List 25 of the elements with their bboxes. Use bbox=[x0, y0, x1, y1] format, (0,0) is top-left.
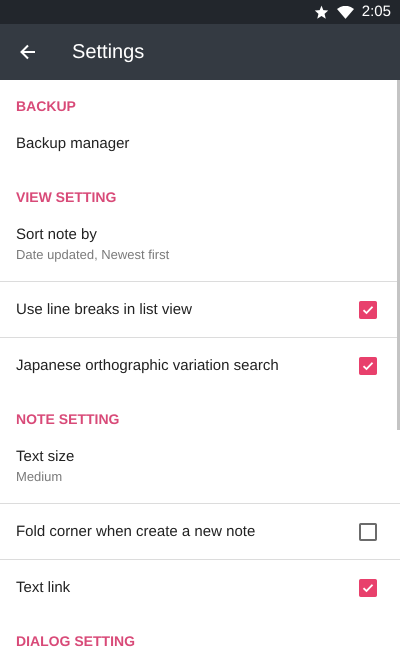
section-header: BACKUP bbox=[16, 97, 77, 116]
setting-value: Date updated, Newest first bbox=[16, 246, 170, 264]
wifi-icon bbox=[336, 6, 354, 18]
section-header: VIEW SETTING bbox=[16, 188, 118, 207]
section-header: NOTE SETTING bbox=[16, 410, 120, 429]
setting-value: Medium bbox=[16, 468, 64, 486]
setting-title: Japanese orthographic variation search bbox=[16, 356, 280, 376]
check-icon bbox=[362, 304, 374, 314]
back-arrow-icon bbox=[20, 44, 36, 60]
screen-title: Settings bbox=[72, 40, 144, 65]
checkbox[interactable] bbox=[359, 300, 377, 318]
check-icon bbox=[362, 582, 374, 592]
setting-title: Sort note by bbox=[16, 225, 98, 245]
section-header: DIALOG SETTING bbox=[16, 632, 136, 651]
check-icon bbox=[362, 360, 374, 370]
setting-title: Use line breaks in list view bbox=[16, 300, 193, 320]
setting-title: Backup manager bbox=[16, 134, 130, 154]
checkbox[interactable] bbox=[359, 356, 377, 374]
setting-title: Text link bbox=[16, 578, 72, 598]
setting-title: Text size bbox=[16, 447, 76, 467]
setting-title: Fold corner when create a new note bbox=[16, 522, 256, 542]
checkbox[interactable] bbox=[359, 522, 377, 540]
star-icon bbox=[314, 5, 329, 19]
clock: 2:05 bbox=[362, 2, 391, 22]
checkbox[interactable] bbox=[359, 578, 377, 596]
